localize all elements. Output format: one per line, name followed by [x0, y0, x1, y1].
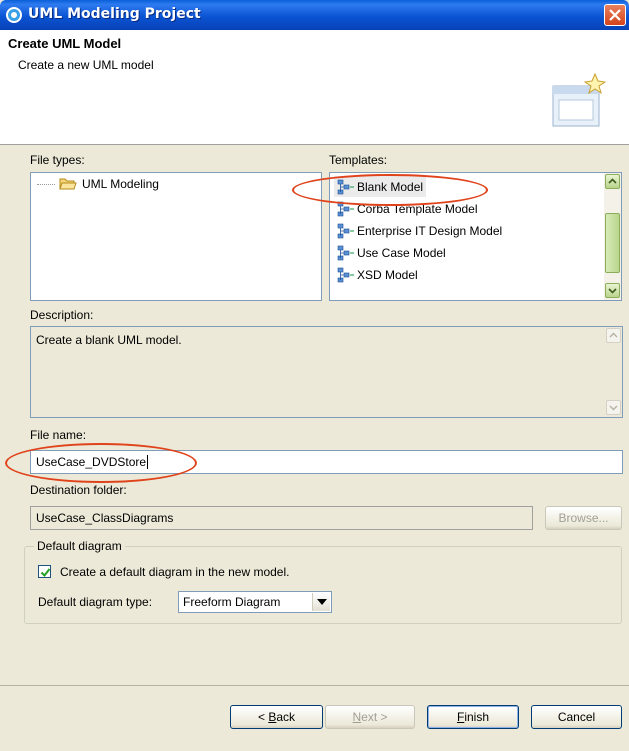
template-item-use-case-model[interactable]: Use Case Model: [334, 242, 449, 263]
template-item-blank-model[interactable]: Blank Model: [334, 176, 427, 197]
description-scrollbar[interactable]: [605, 327, 622, 417]
create-default-diagram-checkbox[interactable]: [38, 565, 51, 578]
template-item-label: Corba Template Model: [357, 201, 478, 216]
back-button-prefix: <: [257, 710, 269, 724]
browse-button[interactable]: Browse...: [545, 506, 622, 530]
scroll-down-button[interactable]: [605, 283, 620, 298]
model-icon: [337, 267, 354, 282]
file-name-label: File name:: [30, 428, 87, 442]
back-button-label: ack: [276, 710, 296, 724]
template-item-label: Use Case Model: [357, 245, 446, 260]
default-diagram-group-label: Default diagram: [34, 539, 125, 553]
scroll-up-button[interactable]: [605, 174, 620, 189]
page-title: Create UML Model: [8, 36, 122, 51]
description-box: Create a blank UML model.: [30, 326, 623, 418]
button-bar-divider: [0, 685, 629, 686]
template-item-label: Blank Model: [357, 179, 424, 194]
default-diagram-type-label: Default diagram type:: [38, 595, 153, 609]
close-button[interactable]: [604, 4, 626, 26]
file-name-value: UseCase_DVDStore: [36, 455, 147, 469]
next-button-label: ext >: [361, 710, 388, 724]
next-button-mnemonic: N: [352, 710, 362, 724]
templates-list[interactable]: Blank Model Corba Template Model Enterpr…: [329, 172, 622, 301]
create-default-diagram-label[interactable]: Create a default diagram in the new mode…: [60, 565, 289, 579]
file-name-input[interactable]: UseCase_DVDStore: [30, 450, 623, 474]
chevron-down-icon: [608, 288, 617, 294]
description-label: Description:: [30, 308, 94, 322]
model-icon: [337, 179, 354, 194]
app-icon: [6, 7, 22, 23]
template-item-corba-template-model[interactable]: Corba Template Model: [334, 198, 481, 219]
description-text: Create a blank UML model.: [36, 333, 182, 347]
model-icon: [337, 223, 354, 238]
default-diagram-type-value: Freeform Diagram: [183, 595, 281, 609]
checkmark-icon: [40, 568, 51, 578]
templates-label: Templates:: [329, 153, 388, 167]
open-folder-icon: [59, 178, 77, 190]
chevron-up-icon: [609, 332, 618, 338]
destination-folder-input[interactable]: UseCase_ClassDiagrams: [30, 506, 533, 530]
chevron-down-icon: [317, 599, 327, 605]
templates-scrollbar[interactable]: [604, 173, 621, 300]
destination-folder-label: Destination folder:: [30, 483, 127, 497]
wizard-header: Create UML Model Create a new UML model: [0, 30, 629, 145]
default-diagram-type-select[interactable]: Freeform Diagram: [178, 591, 332, 613]
template-item-label: Enterprise IT Design Model: [357, 223, 503, 238]
back-button[interactable]: < Back: [230, 705, 323, 729]
title-bar[interactable]: UML Modeling Project: [0, 0, 629, 30]
template-item-xsd-model[interactable]: XSD Model: [334, 264, 421, 285]
dropdown-button[interactable]: [312, 593, 330, 611]
model-icon: [337, 245, 354, 260]
page-subtitle: Create a new UML model: [18, 58, 154, 72]
template-item-enterprise-it-design-model[interactable]: Enterprise IT Design Model: [334, 220, 505, 241]
destination-folder-value: UseCase_ClassDiagrams: [36, 511, 174, 525]
finish-button[interactable]: Finish: [427, 705, 519, 729]
uml-project-dialog: UML Modeling Project Create UML Model Cr…: [0, 0, 629, 751]
scroll-up-button[interactable]: [606, 328, 621, 343]
new-window-wizard-icon: [552, 72, 607, 127]
tree-connector: [37, 183, 55, 185]
window-title: UML Modeling Project: [28, 6, 201, 22]
model-icon: [337, 201, 354, 216]
tree-item-label: UML Modeling: [82, 177, 159, 191]
next-button[interactable]: Next >: [325, 705, 415, 729]
scroll-down-button[interactable]: [606, 400, 621, 415]
close-icon: [609, 9, 621, 21]
scroll-thumb[interactable]: [605, 213, 620, 273]
text-cursor: [147, 455, 149, 469]
tree-item-uml-modeling[interactable]: UML Modeling: [37, 177, 159, 191]
cancel-button[interactable]: Cancel: [531, 705, 622, 729]
template-item-label: XSD Model: [357, 267, 418, 282]
finish-button-label: inish: [464, 710, 490, 724]
file-types-tree[interactable]: UML Modeling: [30, 172, 322, 301]
file-types-label: File types:: [30, 153, 85, 167]
chevron-up-icon: [608, 178, 617, 184]
chevron-down-icon: [609, 405, 618, 411]
